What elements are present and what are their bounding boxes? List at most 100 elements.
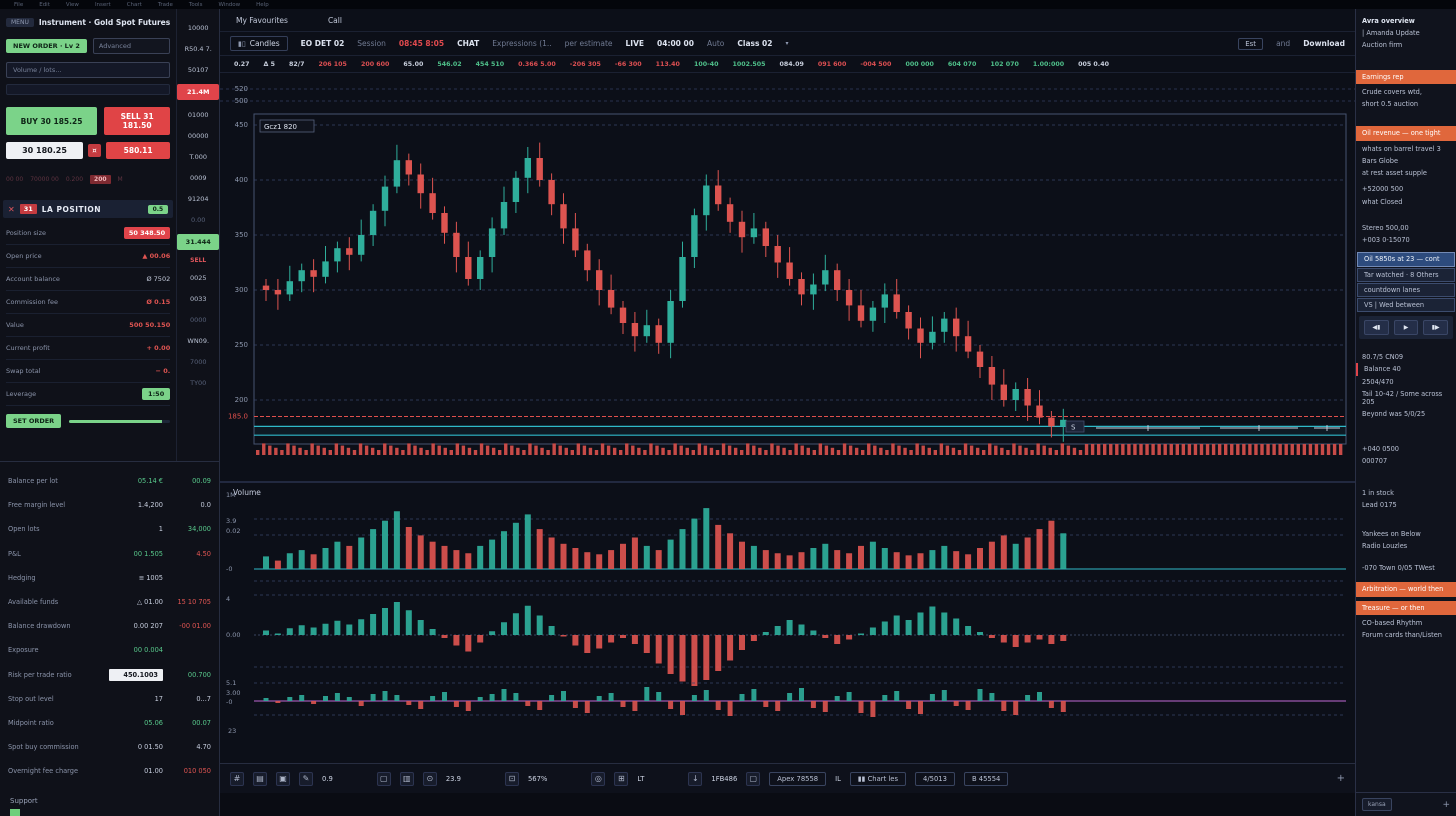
toolbar-candles-tab[interactable]: ▮▯Candles (230, 36, 288, 51)
tool-icon[interactable]: ↓ (688, 772, 702, 786)
toolbar-item[interactable]: 04:00 00 (657, 39, 694, 48)
tool-icon[interactable]: ▤ (253, 772, 267, 786)
main-chart-svg[interactable]: 520500450400350300250200185.0Gcz1 820S (220, 73, 1355, 481)
news-item[interactable]: Tar watched · 8 Others (1357, 268, 1455, 282)
news-item[interactable]: 1 in stock (1356, 487, 1456, 499)
news-item[interactable]: CO-based Rhythm (1356, 617, 1456, 629)
news-item[interactable]: Crude covers wtd, (1356, 86, 1456, 98)
news-item[interactable]: whats on barrel travel 3 (1356, 143, 1456, 155)
news-footer-chip[interactable]: kansa (1362, 798, 1392, 811)
menu-item-window[interactable]: Window (218, 2, 240, 8)
news-item[interactable]: 80.7/5 CN09 (1356, 351, 1456, 363)
news-item[interactable]: Oil revenue — one tight (1356, 126, 1456, 140)
news-item[interactable]: 000707 (1356, 455, 1456, 467)
support-link[interactable]: Support (0, 791, 219, 807)
set-order-button[interactable]: SET ORDER (6, 414, 61, 428)
tool-icon[interactable]: # (230, 772, 244, 786)
menu-item-file[interactable]: File (14, 2, 23, 8)
toolbar-item[interactable]: LIVE (626, 39, 645, 48)
dom-bid[interactable]: 31.444 (177, 234, 219, 250)
menu-item-view[interactable]: View (66, 2, 79, 8)
news-item[interactable]: Avra overview (1356, 15, 1456, 27)
close-icon[interactable]: ✕ (8, 205, 15, 214)
toolbar-item[interactable]: Auto (707, 39, 724, 48)
tool-icon[interactable]: ✎ (299, 772, 313, 786)
indicator-panels[interactable]: Volume 1M3.90.02-040.005.13.00-023 (220, 483, 1355, 763)
rewind-button[interactable]: ◀▮ (1364, 320, 1389, 335)
advanced-input[interactable]: Advanced (93, 38, 170, 54)
menu-item-tools[interactable]: Tools (189, 2, 203, 8)
news-item[interactable]: Bars Globe (1356, 155, 1456, 167)
tool-icon[interactable]: ◎ (591, 772, 605, 786)
main-chart[interactable]: 520500450400350300250200185.0Gcz1 820S (220, 73, 1355, 481)
news-item[interactable]: | Amanda Update (1356, 27, 1456, 39)
toolbar-item[interactable]: CHAT (457, 39, 479, 48)
toolbar-item[interactable]: Class 02 (737, 39, 772, 48)
alt-price-field[interactable]: 580.11 (106, 142, 170, 159)
price-field[interactable]: 30 180.25 (6, 142, 83, 159)
tool-icon[interactable]: ▥ (400, 772, 414, 786)
toolbar-item[interactable]: 08:45 8:05 (399, 39, 444, 48)
tab-my-favourites[interactable]: My Favourites (236, 16, 288, 25)
menu-item-trade[interactable]: Trade (158, 2, 173, 8)
tool-chip[interactable]: ▮▮ Chart les (850, 772, 906, 786)
buy-button[interactable]: BUY 30 185.25 (6, 107, 97, 135)
sell-button[interactable]: SELL 31 181.50 (104, 107, 170, 135)
new-order-button[interactable]: NEW ORDER · Lv 2 (6, 39, 87, 53)
news-item[interactable]: Beyond was 5/0/25 (1356, 408, 1456, 420)
menu-chip[interactable]: MENU (6, 18, 34, 27)
toolbar-item[interactable]: EO DET 02 (301, 39, 345, 48)
tab-call[interactable]: Call (328, 16, 342, 25)
news-item[interactable]: 2504/470 (1356, 376, 1456, 388)
news-item[interactable]: Treasure — or then (1356, 601, 1456, 615)
news-item[interactable]: Stereo 500,00 (1356, 222, 1456, 234)
news-item[interactable]: Oil 5850s at 23 — cont (1357, 252, 1455, 266)
tool-icon[interactable]: ▢ (746, 772, 760, 786)
tool-icon[interactable]: ⊙ (423, 772, 437, 786)
currency-icon: ¤ (88, 144, 101, 157)
tool-chip[interactable]: Apex 78558 (769, 772, 826, 786)
toolbar-right-item[interactable]: Est (1238, 38, 1263, 50)
play-button[interactable]: ▶ (1394, 320, 1419, 335)
news-item[interactable]: at rest asset supple (1356, 167, 1456, 179)
tool-chip[interactable]: B 45554 (964, 772, 1008, 786)
menu-item-help[interactable]: Help (256, 2, 269, 8)
news-item[interactable]: +003 0-15070 (1356, 234, 1456, 246)
dom-ask[interactable]: 21.4M (177, 84, 219, 100)
volume-input[interactable]: Volume / lots… (6, 62, 170, 78)
tool-chip[interactable]: 4/5013 (915, 772, 955, 786)
add-panel-button[interactable]: + (1337, 773, 1345, 784)
tool-icon[interactable]: ▣ (276, 772, 290, 786)
news-item[interactable]: -070 Town 0/05 TWest (1356, 562, 1456, 574)
forward-button[interactable]: ▮▶ (1423, 320, 1448, 335)
news-item[interactable]: countdown lanes (1357, 283, 1455, 297)
menu-item-edit[interactable]: Edit (39, 2, 50, 8)
news-item[interactable]: Balance 40 (1356, 363, 1456, 375)
news-item[interactable]: Lead 0175 (1356, 499, 1456, 511)
news-item[interactable]: Arbitration — world then (1356, 582, 1456, 596)
news-item[interactable]: what Closed (1356, 196, 1456, 208)
toolbar-item[interactable]: per estimate (565, 39, 613, 48)
add-news-button[interactable]: + (1442, 800, 1450, 810)
menu-item-insert[interactable]: Insert (95, 2, 111, 8)
toolbar-item[interactable]: Expressions (1.. (492, 39, 551, 48)
news-item[interactable]: Yankees on Below (1356, 528, 1456, 540)
toolbar-right-item[interactable]: and (1276, 39, 1290, 48)
news-item[interactable]: Radio Louzles (1356, 540, 1456, 552)
tool-icon[interactable]: ▢ (377, 772, 391, 786)
news-item[interactable]: Auction firm (1356, 39, 1456, 51)
toolbar-item[interactable]: ▾ (786, 40, 789, 47)
news-item[interactable]: Forum cards than/Listen (1356, 629, 1456, 641)
news-item[interactable]: +52000 500 (1356, 183, 1456, 195)
news-item[interactable]: short 0.5 auction (1356, 98, 1456, 110)
news-item[interactable]: Earnings rep (1356, 70, 1456, 84)
indicator-svg[interactable]: 1M3.90.02-040.005.13.00-023 (220, 483, 1355, 763)
news-item[interactable]: +040 0500 (1356, 443, 1456, 455)
menu-item-chart[interactable]: Chart (127, 2, 142, 8)
news-item[interactable]: VS | Wed between (1357, 298, 1455, 312)
tool-icon[interactable]: ⊞ (614, 772, 628, 786)
news-item[interactable]: Tail 10-42 / Some across 205 (1356, 388, 1456, 408)
toolbar-item[interactable]: Session (357, 39, 386, 48)
toolbar-right-item[interactable]: Download (1303, 39, 1345, 48)
tool-icon[interactable]: ⊡ (505, 772, 519, 786)
